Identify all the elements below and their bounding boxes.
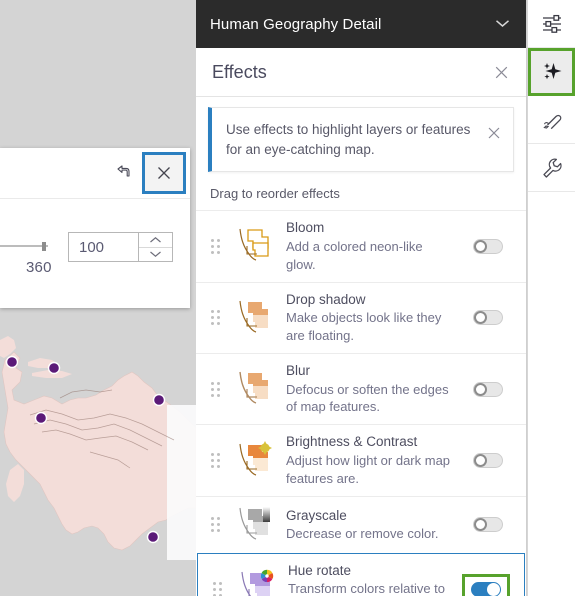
effect-toggle-brightness-contrast[interactable]	[473, 453, 503, 469]
effect-description: Adjust how light or dark map features ar…	[286, 452, 451, 486]
chevron-up-icon[interactable]	[139, 233, 172, 248]
close-icon[interactable]	[490, 61, 512, 83]
hue-rotate-value-stepper[interactable]: 100	[68, 232, 173, 262]
popup-body: 360 100	[0, 199, 190, 307]
rail-item-styles[interactable]	[528, 0, 575, 48]
drop-shadow-effect-icon	[226, 298, 280, 338]
toggle-cell	[462, 453, 514, 469]
effects-list: Bloom Add a colored neon-like glow. Drop…	[196, 210, 526, 596]
toggle-cell	[460, 573, 512, 596]
effect-toggle-drop-shadow[interactable]	[473, 310, 503, 326]
effect-name: Drop shadow	[286, 291, 366, 307]
effects-panel: Human Geography Detail Effects Use effec…	[196, 0, 527, 596]
effect-row-grayscale[interactable]: Grayscale Decrease or remove color.	[196, 495, 526, 553]
reorder-hint: Drag to reorder effects	[210, 186, 340, 202]
rail-item-settings[interactable]	[528, 144, 575, 192]
effect-description: Add a colored neon-like glow.	[286, 238, 423, 272]
popup-close-button[interactable]	[142, 152, 186, 194]
effect-text-drop-shadow: Drop shadow Make objects look like they …	[280, 291, 462, 345]
effect-toggle-blur[interactable]	[473, 381, 503, 397]
effect-settings-popup: 360 100	[0, 148, 190, 308]
drag-handle-icon[interactable]	[204, 381, 226, 397]
effect-row-hue-rotate[interactable]: Hue rotate Transform colors relative to …	[197, 552, 525, 596]
toggle-cell	[462, 381, 514, 397]
brightness-contrast-effect-icon	[226, 440, 280, 481]
drag-handle-icon[interactable]	[206, 581, 228, 596]
rail-item-edit[interactable]	[528, 96, 575, 144]
effect-toggle-bloom[interactable]	[473, 238, 503, 254]
effects-section-header: Effects	[196, 48, 526, 97]
info-banner-wrapper: Use effects to highlight layers or featu…	[196, 97, 526, 181]
close-icon[interactable]	[485, 124, 503, 142]
effect-toggle-hue-rotate[interactable]	[471, 581, 501, 596]
toggle-cell	[462, 238, 514, 254]
drag-handle-icon[interactable]	[204, 517, 226, 533]
slider-track	[0, 245, 48, 247]
bloom-effect-icon	[226, 226, 280, 266]
stepper-buttons	[138, 233, 172, 261]
undo-icon[interactable]	[109, 159, 135, 185]
hue-rotate-slider[interactable]	[0, 242, 48, 251]
grayscale-effect-icon	[226, 505, 280, 545]
toggle-cell	[462, 517, 514, 533]
effect-name: Bloom	[286, 220, 325, 236]
section-title: Effects	[212, 61, 267, 82]
drag-handle-icon[interactable]	[204, 238, 226, 254]
effect-name: Brightness & Contrast	[286, 434, 418, 450]
effect-row-bloom[interactable]: Bloom Add a colored neon-like glow.	[196, 210, 526, 282]
effect-text-brightness-contrast: Brightness & Contrast Adjust how light o…	[280, 433, 462, 487]
slider-max-label: 360	[26, 259, 52, 276]
slider-thumb[interactable]	[42, 242, 46, 251]
panel-header[interactable]: Human Geography Detail	[196, 0, 526, 48]
effect-row-blur[interactable]: Blur Defocus or soften the edges of map …	[196, 352, 526, 425]
effect-name: Blur	[286, 362, 311, 378]
effect-text-hue-rotate: Hue rotate Transform colors relative to …	[282, 562, 460, 596]
effect-text-grayscale: Grayscale Decrease or remove color.	[280, 507, 462, 543]
hue-rotate-value[interactable]: 100	[69, 233, 138, 261]
drag-handle-icon[interactable]	[204, 453, 226, 469]
effect-description: Defocus or soften the edges of map featu…	[286, 381, 449, 415]
color-wheel	[260, 569, 274, 583]
effect-text-bloom: Bloom Add a colored neon-like glow.	[280, 219, 462, 273]
effect-description: Make objects look like they are floating…	[286, 310, 442, 344]
popup-header	[0, 148, 190, 199]
toggle-cell	[462, 310, 514, 326]
chevron-down-icon[interactable]	[139, 248, 172, 262]
info-banner-text: Use effects to highlight layers or featu…	[226, 122, 471, 157]
effect-description: Transform colors relative to one another…	[288, 581, 446, 596]
blur-effect-icon	[226, 369, 280, 409]
hue-rotate-effect-icon	[228, 569, 282, 596]
toggle-highlight-box	[462, 573, 510, 596]
effect-row-brightness-contrast[interactable]: Brightness & Contrast Adjust how light o…	[196, 424, 526, 496]
tool-rail	[527, 0, 575, 596]
chevron-down-icon[interactable]	[495, 15, 510, 33]
effect-row-drop-shadow[interactable]: Drop shadow Make objects look like they …	[196, 281, 526, 353]
info-banner: Use effects to highlight layers or featu…	[208, 107, 514, 173]
effect-description: Decrease or remove color.	[286, 526, 439, 542]
effect-name: Grayscale	[286, 507, 347, 523]
drag-handle-icon[interactable]	[204, 310, 226, 326]
page-title: Human Geography Detail	[210, 15, 382, 33]
effect-name: Hue rotate	[288, 562, 352, 578]
effect-text-blur: Blur Defocus or soften the edges of map …	[280, 362, 462, 416]
rail-item-effects[interactable]	[528, 48, 575, 96]
effect-toggle-grayscale[interactable]	[473, 517, 503, 533]
